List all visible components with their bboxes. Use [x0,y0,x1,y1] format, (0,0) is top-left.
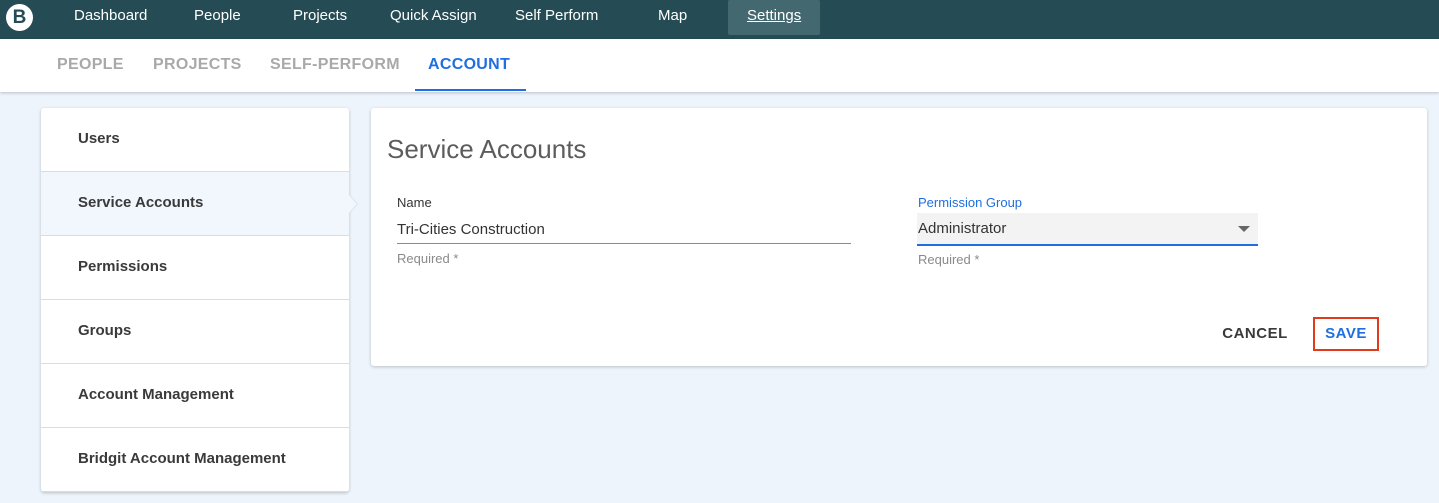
cancel-button[interactable]: CANCEL [1215,321,1295,347]
sidebar-item-users[interactable]: Users [41,108,349,172]
bridgit-logo[interactable]: B [6,4,33,31]
sidebar-item-account-management[interactable]: Account Management [41,364,349,428]
nav-settings[interactable]: Settings [728,0,821,35]
save-button[interactable]: SAVE [1313,317,1379,351]
nav-dashboard[interactable]: Dashboard [74,0,147,35]
tab-self-perform[interactable]: SELF-PERFORM [270,39,400,92]
tab-account[interactable]: ACCOUNT [428,39,510,92]
chevron-down-icon [1238,226,1250,232]
nav-self-perform[interactable]: Self Perform [515,0,598,35]
top-navigation: B Dashboard People Projects Quick Assign… [0,0,1439,39]
permission-group-value: Administrator [918,220,1007,237]
nav-people[interactable]: People [194,0,241,35]
tab-projects[interactable]: PROJECTS [153,39,242,92]
permission-group-select[interactable]: Administrator [917,213,1258,246]
nav-projects[interactable]: Projects [293,0,347,35]
page-title: Service Accounts [387,134,587,164]
sidebar-item-groups[interactable]: Groups [41,300,349,364]
nav-quick-assign[interactable]: Quick Assign [390,0,477,35]
account-side-menu: Users Service Accounts Permissions Group… [41,108,358,492]
permission-group-label: Permission Group [918,195,1023,210]
active-tab-indicator [415,89,526,91]
service-accounts-card: Service Accounts Name Required * Permiss… [371,108,1427,366]
settings-subtabs: PEOPLE PROJECTS SELF-PERFORM ACCOUNT [0,39,1439,92]
name-field-label: Name [397,195,432,210]
tab-people[interactable]: PEOPLE [57,39,124,92]
name-required-helper: Required * [397,251,459,266]
permission-required-helper: Required * [918,252,980,267]
selected-item-pointer [349,195,357,213]
sidebar-item-service-accounts[interactable]: Service Accounts [41,172,349,236]
name-field[interactable] [397,216,851,244]
sidebar-item-permissions[interactable]: Permissions [41,236,349,300]
nav-map[interactable]: Map [658,0,687,35]
sidebar-item-bridgit-account-management[interactable]: Bridgit Account Management [41,428,349,492]
